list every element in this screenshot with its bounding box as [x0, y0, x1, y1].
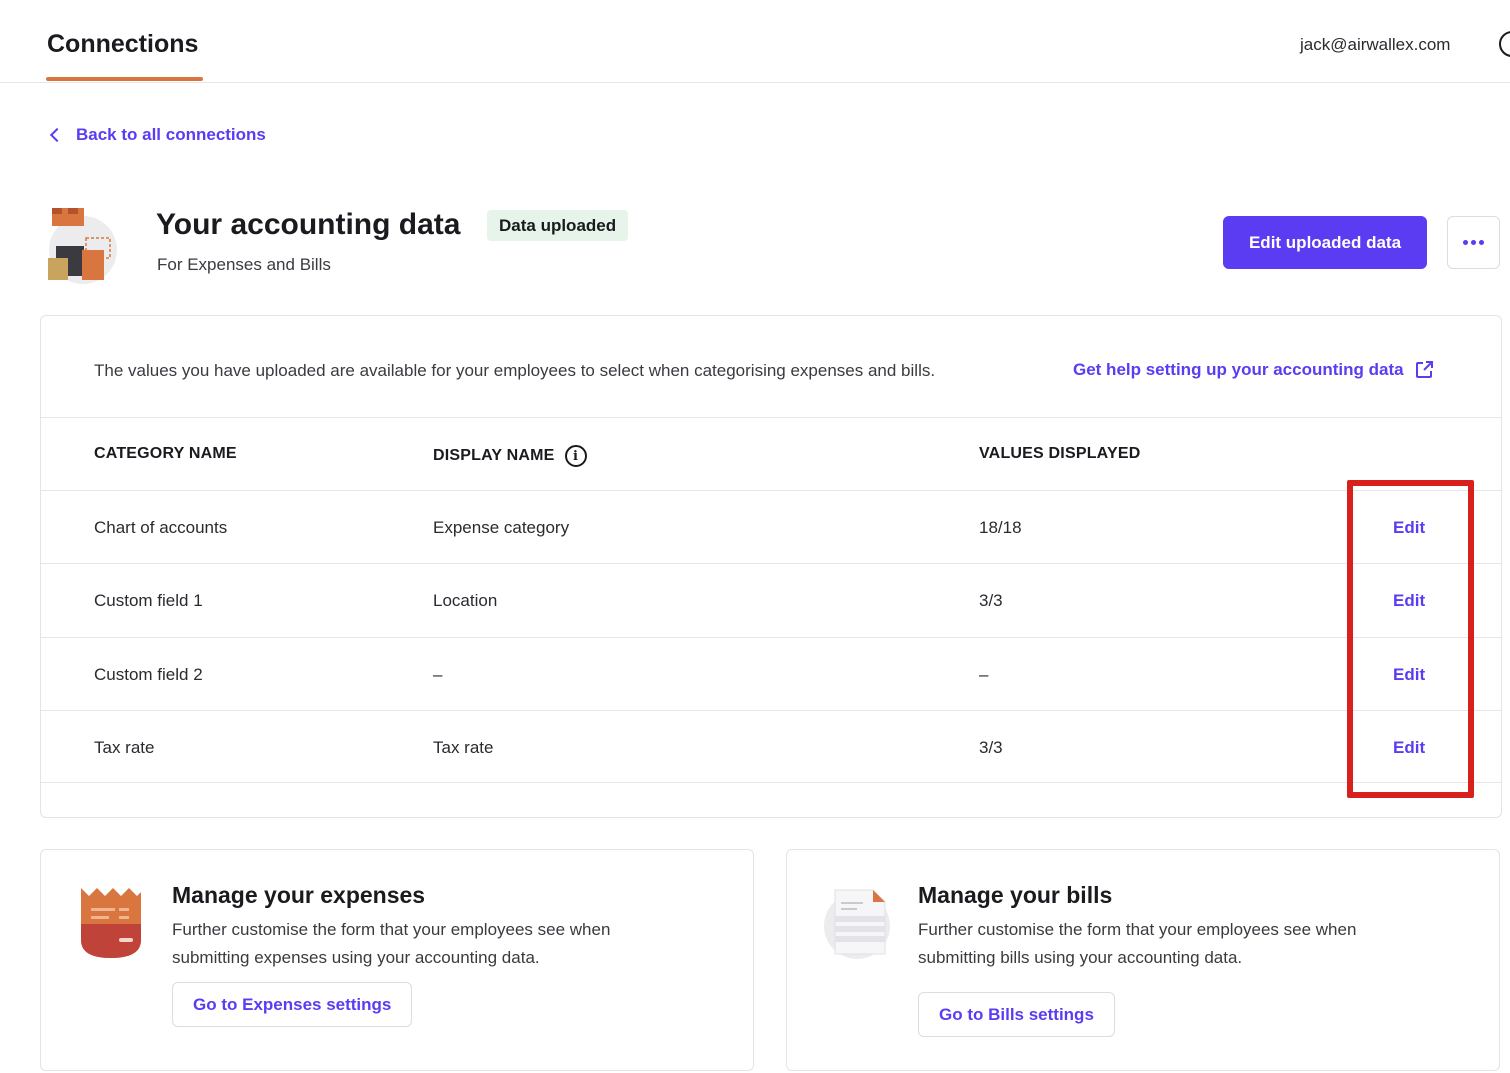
page-title[interactable]: Connections [47, 30, 198, 59]
help-link-label: Get help setting up your accounting data [1073, 360, 1404, 379]
bills-settings-button[interactable]: Go to Bills settings [918, 992, 1115, 1037]
accounting-data-card: The values you have uploaded are availab… [40, 315, 1502, 818]
card-intro-text: The values you have uploaded are availab… [94, 361, 936, 380]
manage-bills-title: Manage your bills [918, 882, 1113, 908]
more-dot [1471, 240, 1476, 245]
category-cell: Tax rate [94, 738, 155, 757]
manage-expenses-title: Manage your expenses [172, 882, 426, 908]
table-row: Chart of accounts Expense category 18/18… [41, 490, 1501, 563]
edit-row-link[interactable]: Edit [1393, 564, 1425, 637]
status-badge: Data uploaded [487, 210, 629, 241]
chevron-left-icon [49, 127, 65, 143]
display-name-cell: – [433, 665, 443, 684]
table-row: Custom field 2 – – Edit [41, 637, 1501, 710]
user-circle-icon[interactable] [1499, 31, 1510, 57]
expenses-settings-button[interactable]: Go to Expenses settings [172, 982, 413, 1027]
display-name-cell: Tax rate [433, 738, 494, 757]
accounting-data-title: Your accounting data [156, 208, 461, 241]
card-divider [41, 417, 1501, 418]
category-cell: Chart of accounts [94, 518, 228, 537]
values-cell: 3/3 [979, 591, 1003, 610]
back-to-connections-link[interactable]: Back to all connections [48, 125, 266, 145]
manage-expenses-description: Further customise the form that your emp… [172, 920, 611, 967]
table-row: Tax rate Tax rate 3/3 Edit [41, 710, 1501, 783]
column-header-display: DISPLAY NAME i [433, 445, 587, 467]
display-name-cell: Location [433, 591, 498, 610]
accounting-data-subtitle: For Expenses and Bills [157, 255, 331, 274]
manage-expenses-card: Manage your expenses Further customise t… [40, 849, 754, 1071]
bill-document-icon [824, 889, 890, 959]
accounting-data-illustration [48, 208, 117, 284]
manage-bills-description: Further customise the form that your emp… [918, 920, 1357, 967]
values-cell: 18/18 [979, 518, 1022, 537]
more-options-button[interactable] [1447, 216, 1500, 269]
edit-uploaded-data-button[interactable]: Edit uploaded data [1223, 216, 1427, 269]
help-setup-link[interactable]: Get help setting up your accounting data [1073, 360, 1434, 380]
column-header-label: DISPLAY NAME [433, 447, 555, 464]
back-link-label: Back to all connections [76, 125, 266, 144]
category-cell: Custom field 2 [94, 665, 203, 684]
values-cell: – [979, 665, 989, 684]
table-row: Custom field 1 Location 3/3 Edit [41, 563, 1501, 636]
column-header-values: VALUES DISPLAYED [979, 445, 1140, 463]
external-link-icon [1415, 361, 1433, 378]
display-name-cell: Expense category [433, 518, 570, 537]
edit-row-link[interactable]: Edit [1393, 638, 1425, 711]
more-dot [1479, 240, 1484, 245]
info-icon[interactable]: i [564, 445, 587, 467]
manage-bills-card: Manage your bills Further customise the … [786, 849, 1500, 1071]
category-cell: Custom field 1 [94, 591, 203, 610]
user-email[interactable]: jack@airwallex.com [1300, 35, 1450, 55]
column-header-label: CATEGORY NAME [94, 445, 237, 462]
column-header-label: VALUES DISPLAYED [979, 445, 1141, 462]
top-bar: Connections jack@airwallex.com [0, 0, 1510, 83]
edit-row-link[interactable]: Edit [1393, 491, 1425, 564]
edit-row-link[interactable]: Edit [1393, 711, 1425, 784]
receipt-icon [81, 888, 141, 958]
column-header-category: CATEGORY NAME [94, 445, 237, 463]
more-horizontal-icon [1463, 240, 1468, 245]
active-tab-indicator [46, 77, 203, 81]
values-cell: 3/3 [979, 738, 1003, 757]
